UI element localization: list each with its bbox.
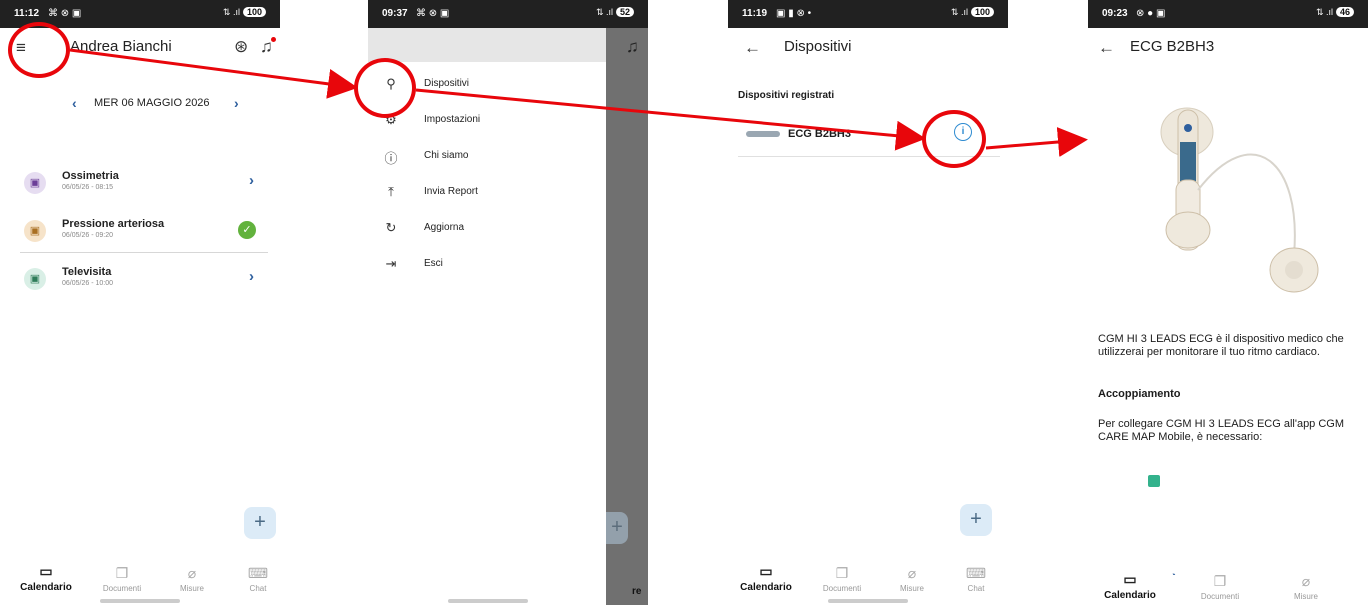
arrow-info-to-detail bbox=[985, 127, 1088, 157]
arrow-menu-to-drawer bbox=[69, 48, 358, 99]
arrow-drawer-to-info bbox=[415, 88, 926, 151]
annotation-arrows bbox=[69, 48, 1088, 157]
